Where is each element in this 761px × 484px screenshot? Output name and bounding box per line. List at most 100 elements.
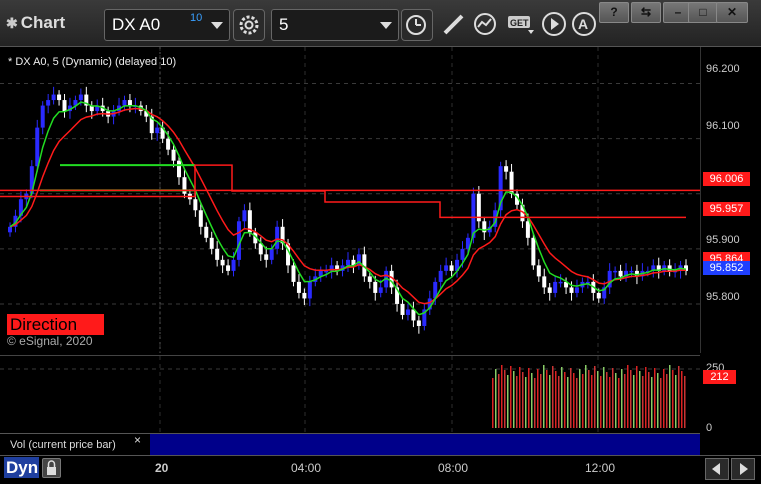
volume-bar	[630, 370, 632, 428]
candle	[51, 94, 56, 101]
time-axis[interactable]	[0, 455, 761, 482]
volume-bar	[615, 373, 617, 428]
volume-bar	[633, 375, 635, 428]
volume-pane-bar[interactable]	[150, 433, 700, 455]
candle	[204, 226, 209, 238]
symbol-input[interactable]: DX A0 10	[104, 9, 230, 41]
symbol-badge: 10	[190, 12, 203, 24]
volume-bar	[621, 369, 623, 428]
volume-bar	[597, 371, 599, 428]
clock-button[interactable]	[401, 9, 433, 41]
moving-average-red	[9, 107, 687, 305]
candle	[171, 149, 176, 161]
candle	[57, 94, 62, 101]
candle	[629, 270, 634, 273]
volume-bar	[636, 366, 638, 428]
volume-bar	[651, 377, 653, 428]
price-label: 95.800	[706, 291, 740, 303]
settings-button[interactable]	[233, 9, 265, 41]
link-button[interactable]: ⇆	[631, 2, 661, 23]
lock-button[interactable]	[42, 458, 61, 478]
symbol-value: DX A0	[112, 15, 161, 34]
interval-input[interactable]: 5	[271, 9, 399, 41]
volume-bar	[516, 376, 518, 428]
candle	[438, 270, 443, 282]
draw-tool-button[interactable]	[440, 10, 468, 38]
candle	[198, 210, 203, 227]
volume-bar	[549, 375, 551, 428]
gear-icon	[239, 15, 259, 35]
volume-bar	[627, 365, 629, 428]
price-chart[interactable]	[0, 47, 700, 353]
arrow-right-icon	[740, 463, 748, 475]
candle	[558, 281, 563, 284]
candle	[405, 309, 410, 315]
volume-bar	[672, 370, 674, 428]
get-icon: GET	[508, 16, 534, 34]
candle	[127, 100, 132, 106]
candle	[367, 276, 372, 282]
chart-legend: * DX A0, 5 (Dynamic) (delayed 10)	[8, 56, 177, 68]
price-tag-red: 95.957	[703, 202, 750, 216]
candle	[613, 270, 618, 273]
candle	[264, 254, 269, 260]
chevron-down-icon[interactable]	[380, 22, 392, 29]
volume-bar	[564, 372, 566, 428]
price-label: 95.900	[706, 234, 740, 246]
copyright: © eSignal, 2020	[7, 334, 93, 348]
candle	[166, 138, 171, 150]
volume-bar	[618, 378, 620, 428]
volume-bar	[645, 367, 647, 428]
play-button[interactable]	[540, 10, 568, 38]
close-icon: ✕	[726, 5, 738, 19]
candle	[400, 303, 405, 315]
candle	[242, 210, 247, 222]
candle	[569, 287, 574, 293]
chevron-down-icon[interactable]	[211, 22, 223, 29]
get-button[interactable]: GET	[506, 10, 536, 38]
direction-label: Direction	[7, 314, 104, 335]
link-icon: ⇆	[640, 5, 652, 19]
close-button[interactable]: ✕	[716, 2, 748, 23]
volume-bar	[537, 369, 539, 428]
help-button[interactable]: ?	[599, 2, 629, 23]
volume-bar	[492, 378, 494, 428]
close-pane-icon[interactable]: ×	[134, 433, 141, 447]
volume-pane[interactable]	[0, 355, 700, 433]
candle	[444, 265, 449, 271]
moving-average-green	[9, 101, 687, 316]
candle	[269, 248, 274, 260]
volume-bar	[495, 369, 497, 428]
candle	[378, 287, 383, 293]
arrow-left-icon	[712, 463, 720, 475]
candle	[553, 281, 558, 293]
candle	[574, 287, 579, 293]
volume-bar	[663, 369, 665, 428]
alert-button[interactable]: A	[570, 10, 598, 38]
candle	[302, 292, 307, 299]
volume-bar	[675, 375, 677, 428]
candle	[525, 221, 530, 238]
study-icon	[474, 13, 496, 35]
svg-text:A: A	[578, 16, 588, 32]
candle	[122, 100, 127, 106]
price-axis[interactable]	[700, 47, 761, 353]
candle	[209, 237, 214, 249]
candle	[618, 270, 623, 277]
candle	[460, 248, 465, 260]
candle	[596, 292, 601, 299]
time-label: 12:00	[585, 461, 616, 475]
volume-bar	[534, 378, 536, 428]
scroll-left-button[interactable]	[705, 458, 729, 480]
volume-plot	[0, 356, 700, 433]
scroll-right-button[interactable]	[731, 458, 755, 480]
studies-button[interactable]	[472, 10, 500, 38]
time-label: 08:00	[438, 461, 469, 475]
candle	[296, 281, 301, 293]
svg-text:GET: GET	[510, 18, 529, 28]
volume-bar	[585, 365, 587, 428]
candle	[449, 265, 454, 271]
maximize-button[interactable]: □	[688, 2, 718, 23]
dynamic-button[interactable]: Dyn	[4, 457, 39, 478]
volume-bar	[654, 368, 656, 428]
